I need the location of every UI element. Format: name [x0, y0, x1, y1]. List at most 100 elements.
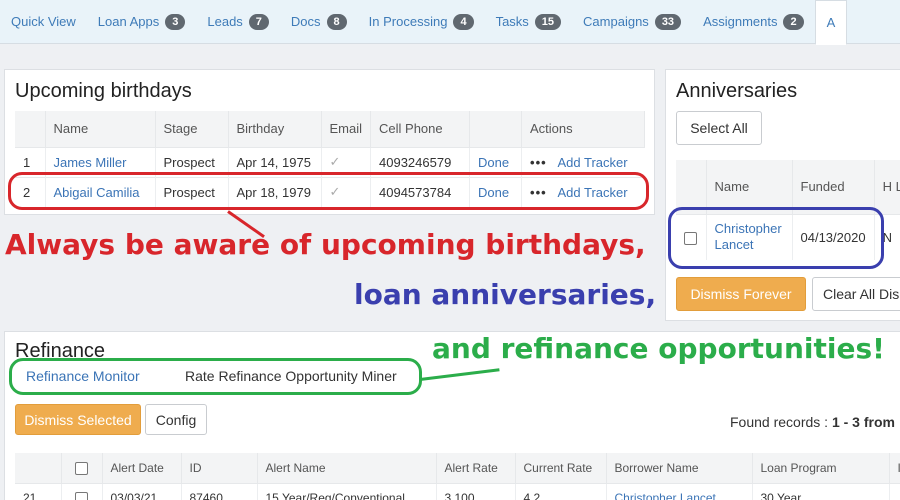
column-header-email[interactable]: Email — [321, 111, 372, 147]
column-header-alert-name[interactable]: Alert Name — [257, 453, 437, 483]
count-badge: 15 — [534, 13, 562, 30]
column-header-alert-rate[interactable]: Alert Rate — [436, 453, 516, 483]
table-header-row: Name Stage Birthday Email Cell Phone Act… — [15, 111, 645, 147]
tab-assignments[interactable]: Assignments 2 — [692, 0, 815, 44]
found-records-label: Found records : 1 - 3 from — [730, 414, 895, 430]
tab-leads[interactable]: Leads 7 — [196, 0, 280, 44]
column-header-num — [15, 453, 62, 483]
stage-cell: Prospect — [155, 177, 229, 207]
count-badge: 8 — [326, 13, 347, 30]
table-row: Christopher Lancet 04/13/2020 N — [676, 214, 900, 260]
column-header-birthday[interactable]: Birthday — [228, 111, 322, 147]
birthday-cell: Apr 14, 1975 — [228, 147, 322, 177]
birthdays-table: Name Stage Birthday Email Cell Phone Act… — [15, 111, 645, 207]
tab-in-processing[interactable]: In Processing 4 — [358, 0, 485, 44]
column-header-funded[interactable]: Funded — [792, 160, 875, 214]
tab-active[interactable]: A — [814, 0, 848, 45]
alert-rate-cell: 3.100 — [436, 483, 516, 500]
done-link[interactable]: Done — [478, 155, 509, 170]
anniversaries-table: Name Funded H Lo Christopher Lancet 04/1… — [676, 160, 900, 260]
column-header-actions: Actions — [521, 111, 645, 147]
select-all-button[interactable]: Select All — [676, 111, 762, 145]
tab-label: Assignments — [703, 14, 778, 29]
tab-label: Tasks — [495, 14, 529, 29]
row-number: 1 — [15, 147, 46, 177]
column-header-truncated[interactable]: H Lo — [874, 160, 900, 214]
refinance-monitor-tab[interactable]: Refinance Monitor — [26, 368, 140, 384]
tab-label: A — [826, 14, 836, 30]
column-header-borrower-name[interactable]: Borrower Name — [606, 453, 753, 483]
column-header-stage[interactable]: Stage — [155, 111, 229, 147]
annotation-anniversaries: loan anniversaries, — [354, 278, 657, 311]
more-actions-icon[interactable]: ••• — [530, 155, 547, 170]
row-number: 21 — [15, 483, 62, 500]
select-all-checkbox[interactable] — [75, 461, 88, 475]
rate-refinance-miner-tab[interactable]: Rate Refinance Opportunity Miner — [185, 368, 397, 384]
row-number: 2 — [15, 177, 46, 207]
tab-label: In Processing — [368, 14, 448, 29]
tab-loan-apps[interactable]: Loan Apps 3 — [87, 0, 197, 44]
column-header-cell-phone[interactable]: Cell Phone — [370, 111, 471, 147]
annotation-refinance: and refinance opportunities! — [432, 332, 885, 365]
refinance-table: Alert Date ID Alert Name Alert Rate Curr… — [15, 453, 900, 500]
clear-all-dismissed-button[interactable]: Clear All Dis — [812, 277, 900, 311]
table-row: 21 03/03/21 87460 15 Year/Reg/Convention… — [15, 483, 900, 500]
table-header-row: Name Funded H Lo — [676, 160, 900, 214]
column-header-alert-date[interactable]: Alert Date — [102, 453, 182, 483]
tab-label: Quick View — [11, 14, 76, 29]
done-link[interactable]: Done — [478, 185, 509, 200]
column-header-name[interactable]: Name — [45, 111, 156, 147]
anniversaries-panel: Anniversaries Select All Name Funded H L… — [665, 69, 900, 321]
tab-label: Docs — [290, 14, 321, 29]
column-header-select — [676, 160, 707, 214]
tab-docs[interactable]: Docs 8 — [280, 0, 358, 44]
loan-program-cell: 30 Year — [752, 483, 890, 500]
stage-cell: Prospect — [155, 147, 229, 177]
column-header-loan-program[interactable]: Loan Program — [752, 453, 890, 483]
email-check-icon: ✓ — [321, 147, 372, 177]
tab-quick-view[interactable]: Quick View — [0, 0, 87, 44]
column-header-truncated[interactable]: I — [889, 453, 900, 483]
table-header-row: Alert Date ID Alert Name Alert Rate Curr… — [15, 453, 900, 483]
tab-tasks[interactable]: Tasks 15 — [485, 0, 572, 44]
add-tracker-link[interactable]: Add Tracker — [558, 185, 628, 200]
email-check-icon: ✓ — [321, 177, 372, 207]
birthdays-panel: Upcoming birthdays Name Stage Birthday E… — [4, 69, 655, 215]
table-row: 2 Abigail Camilia Prospect Apr 18, 1979 … — [15, 177, 645, 207]
row-checkbox[interactable] — [75, 492, 88, 500]
tab-label: Loan Apps — [97, 14, 160, 29]
phone-cell: 4094573784 — [370, 177, 471, 207]
tab-bar: Quick View Loan Apps 3 Leads 7 Docs 8 In Pr… — [0, 0, 900, 45]
count-badge: 3 — [165, 13, 186, 30]
row-checkbox[interactable] — [684, 231, 697, 245]
anniversaries-title: Anniversaries — [676, 80, 798, 102]
column-header-name[interactable]: Name — [706, 160, 793, 214]
birthdays-title: Upcoming birthdays — [15, 80, 192, 102]
found-records-value: 1 - 3 from — [831, 414, 895, 430]
dismiss-forever-button[interactable]: Dismiss Forever — [676, 277, 806, 311]
current-rate-cell: 4.2 — [515, 483, 607, 500]
count-badge: 7 — [248, 13, 269, 30]
tab-campaigns[interactable]: Campaigns 33 — [572, 0, 692, 44]
found-records-prefix: Found records : — [730, 414, 832, 430]
alert-name-cell: 15 Year/Reg/Conventional — [257, 483, 437, 500]
id-cell: 87460 — [181, 483, 258, 500]
funded-date-cell: 04/13/2020 — [792, 214, 875, 260]
contact-name-link[interactable]: Abigail Camilia — [54, 185, 140, 200]
borrower-name-link[interactable]: Christopher Lancet — [715, 221, 782, 252]
config-button[interactable]: Config — [145, 404, 207, 435]
count-badge: 33 — [654, 13, 682, 30]
column-header-id[interactable]: ID — [181, 453, 258, 483]
truncated-cell: N — [874, 214, 900, 260]
dismiss-selected-button[interactable]: Dismiss Selected — [15, 404, 141, 435]
phone-cell: 4093246579 — [370, 147, 471, 177]
annotation-birthdays: Always be aware of upcoming birthdays, — [5, 228, 646, 261]
add-tracker-link[interactable]: Add Tracker — [558, 155, 628, 170]
column-header-current-rate[interactable]: Current Rate — [515, 453, 607, 483]
more-actions-icon[interactable]: ••• — [530, 185, 547, 200]
borrower-name-link[interactable]: Christopher Lancet — [615, 491, 716, 500]
table-row: 1 James Miller Prospect Apr 14, 1975 ✓ 4… — [15, 147, 645, 177]
contact-name-link[interactable]: James Miller — [54, 155, 127, 170]
column-header-num — [15, 111, 46, 147]
tab-label: Leads — [207, 14, 243, 29]
